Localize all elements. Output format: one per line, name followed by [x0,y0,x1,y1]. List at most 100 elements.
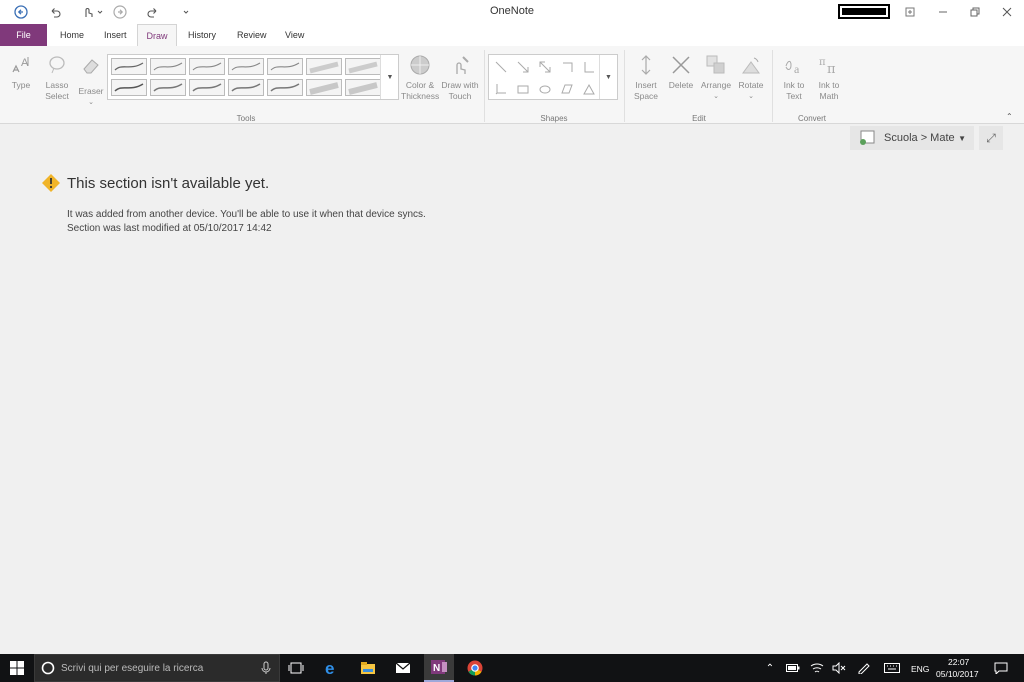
svg-text:e: e [325,660,334,676]
task-view-icon[interactable] [282,654,310,682]
draw-touch-label-1: Draw with [441,80,479,90]
insert-space-label-1: Insert [635,80,657,90]
account-redacted[interactable] [838,4,890,19]
clock-date[interactable]: 05/10/2017 [936,669,979,679]
arrange-dropdown-icon[interactable]: ⌄ [700,91,732,102]
taskbar-search[interactable]: Scrivi qui per eseguire la ricerca [34,654,280,682]
pen-swatch[interactable] [189,58,225,75]
ink-to-math-label-2: Math [819,91,839,101]
ribbon-tabs: File Home Insert Draw History Review Vie… [0,24,1024,46]
type-button[interactable]: A Type [8,52,34,91]
pen-swatch[interactable] [189,79,225,96]
triangle-shape-icon[interactable] [582,82,596,96]
input-language[interactable]: ENG [911,664,929,674]
ellipse-shape-icon[interactable] [538,82,552,96]
chrome-icon[interactable] [460,654,490,682]
tab-home[interactable]: Home [50,24,94,46]
pen-swatch[interactable] [150,79,186,96]
svg-text:a: a [794,62,800,76]
pen-gallery-more-icon[interactable]: ▼ [380,55,399,99]
pen-swatch[interactable] [111,79,147,96]
pen-swatch[interactable] [267,58,303,75]
shapes-gallery[interactable]: ▼ [488,54,618,100]
clock-time[interactable]: 22:07 [948,657,969,667]
axis-2d-shape-icon[interactable] [560,60,574,74]
delete-icon [668,52,694,78]
rotate-dropdown-icon[interactable]: ⌄ [736,91,766,102]
shapes-gallery-more-icon[interactable]: ▼ [599,55,617,99]
ink-to-math-icon: ππ [816,52,842,78]
lasso-select-button[interactable]: Lasso Select [40,52,74,102]
tab-history[interactable]: History [178,24,226,46]
parallelogram-shape-icon[interactable] [560,82,574,96]
arrange-icon [703,52,729,78]
rectangle-shape-icon[interactable] [516,82,530,96]
onenote-app-icon[interactable]: N [424,654,454,682]
battery-icon[interactable] [784,654,802,682]
tab-file[interactable]: File [0,24,47,46]
edge-browser-icon[interactable]: e [318,654,346,682]
line-shape-icon[interactable] [494,60,508,74]
tab-review[interactable]: Review [227,24,277,46]
insert-space-icon [633,52,659,78]
show-hidden-icons-icon[interactable]: ⌃ [762,654,778,682]
separator [772,50,773,122]
highlighter-swatch[interactable] [306,79,342,96]
message-line-2: Section was last modified at 05/10/2017 … [67,223,272,234]
pen-swatch[interactable] [150,58,186,75]
type-label: Type [11,80,31,90]
pen-swatch[interactable] [228,79,264,96]
pen-swatch[interactable] [267,79,303,96]
eraser-button[interactable]: Eraser ⌄ [76,52,106,108]
pen-swatch[interactable] [228,58,264,75]
axis-shape-icon[interactable] [582,60,596,74]
action-center-icon[interactable] [990,654,1012,682]
color-thickness-button[interactable]: Color & Thickness [401,52,439,102]
pen-workspace-icon[interactable] [855,654,873,682]
highlighter-swatch[interactable] [306,58,342,75]
eraser-dropdown-icon[interactable]: ⌄ [76,97,106,108]
double-arrow-shape-icon[interactable] [538,60,552,74]
section-path: Scuola > Mate [884,132,955,144]
full-screen-icon[interactable] [895,3,925,21]
pen-gallery[interactable]: ▼ [107,54,399,100]
ink-to-text-icon: a [781,52,807,78]
wifi-icon[interactable] [808,654,826,682]
delete-button[interactable]: Delete [666,52,696,91]
draw-with-touch-button[interactable]: Draw with Touch [440,52,480,102]
highlighter-swatch[interactable] [345,58,381,75]
section-picker[interactable]: Scuola > Mate ▼ [850,126,974,150]
close-icon[interactable] [992,3,1022,21]
palette-icon [407,52,433,78]
file-explorer-icon[interactable] [354,654,382,682]
expand-icon[interactable]: ⤢ [979,126,1003,150]
touch-draw-icon [447,52,473,78]
pen-swatch[interactable] [111,58,147,75]
touch-keyboard-icon[interactable] [882,654,902,682]
windows-start-icon[interactable] [0,654,34,682]
tab-insert[interactable]: Insert [94,24,137,46]
message-line-1: It was added from another device. You'll… [67,209,426,220]
rotate-button[interactable]: Rotate ⌄ [736,52,766,102]
tab-draw[interactable]: Draw [137,24,177,46]
page-content [0,125,1024,655]
restore-icon[interactable] [960,3,990,21]
arrange-button[interactable]: Arrange ⌄ [700,52,732,102]
lasso-label-2: Select [45,91,69,101]
axis-3d-shape-icon[interactable] [494,82,508,96]
tab-view[interactable]: View [275,24,314,46]
cortana-icon [41,661,55,675]
ink-to-math-button[interactable]: ππ Ink to Math [814,52,844,102]
ink-to-text-button[interactable]: a Ink to Text [779,52,809,102]
volume-muted-icon[interactable] [830,654,848,682]
microphone-icon[interactable] [261,661,271,675]
rotate-label: Rotate [738,80,764,90]
color-label-2: Thickness [401,91,440,101]
highlighter-swatch[interactable] [345,79,381,96]
ink-to-text-label-1: Ink to [783,80,805,90]
minimize-icon[interactable] [928,3,958,21]
mail-icon[interactable] [389,654,417,682]
insert-space-button[interactable]: Insert Space [631,52,661,102]
arrow-shape-icon[interactable] [516,60,530,74]
collapse-ribbon-icon[interactable]: ⌃ [1006,112,1013,121]
